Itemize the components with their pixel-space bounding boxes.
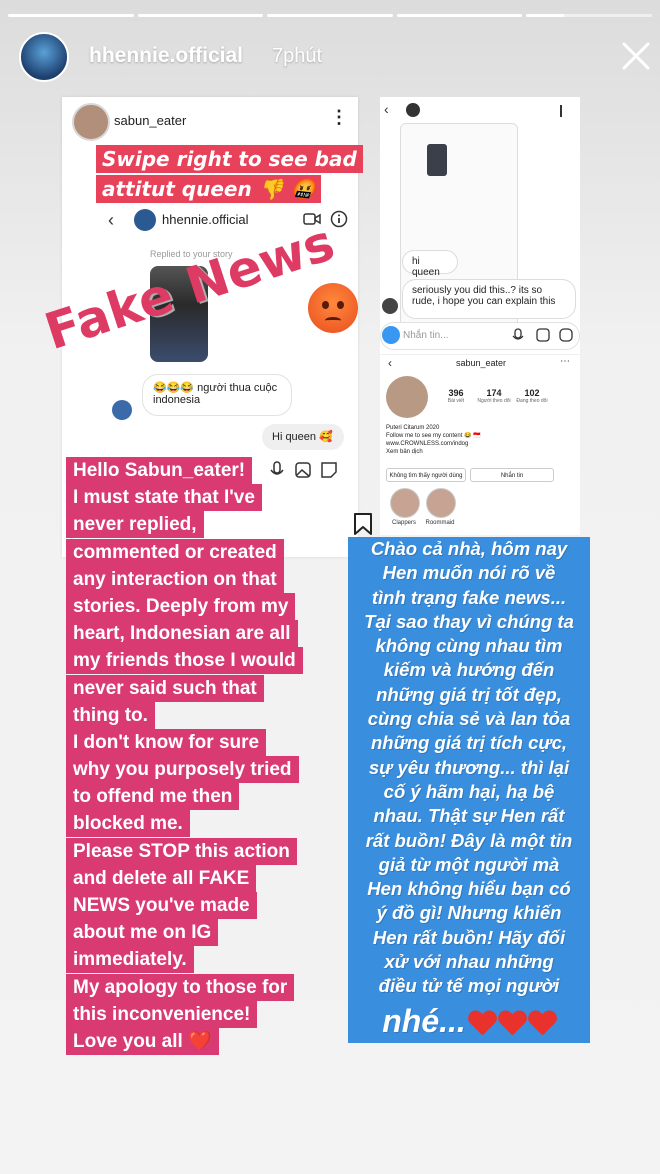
avatar [72,103,110,141]
avatar [112,400,132,420]
statement-line: những giá trị tích cực, [348,731,590,756]
statement-line: Hello Sabun_eater! [66,457,253,484]
progress-segment [8,14,134,17]
statement-line: NEWS you've made [66,892,257,919]
statement-line: about me on IG [66,919,219,947]
close-icon[interactable] [618,38,654,74]
statement-line: my friends those I would [66,647,303,675]
screenshot-username: sabun_eater [114,113,187,128]
statement-line: những giá trị tốt đẹp, [348,682,590,708]
statement-line: stories. Deeply from my [66,592,296,620]
statement-line: My apology to those for [66,973,295,1001]
statement-line: never replied, [66,511,204,539]
statement-line: immediately. [66,946,194,974]
sticker-icon[interactable] [559,328,573,342]
statement-line: cố ý hãm hại, hạ bệ [348,779,590,805]
story-view[interactable]: hhennie.official 7phút sabun_eater ⋮ Swi… [0,0,660,1174]
profile-username: sabun_eater [456,358,507,368]
profile-bio: Puteri Citarum 2020 Follow me to see my … [386,425,481,455]
back-icon: ‹ [388,356,392,370]
more-icon: ⋮ [330,107,348,127]
more-icon: ⋯ [560,356,570,367]
story-timestamp: 7phút [272,45,323,67]
story-progress-bar [8,14,652,17]
camera-icon[interactable] [382,326,400,344]
statement-line: điều tử tế mọi người [348,974,590,999]
avatar [134,209,156,231]
message-bubble: seriously you did this..? its so rude, i… [402,279,576,319]
statement-line: I must state that I've [66,484,262,512]
progress-segment [267,14,393,17]
banner-line-2: attitut queen 👎 🤬 [96,175,322,203]
no-user-button: Không tìm thấy người dùng [386,468,466,482]
info-icon [330,210,348,228]
reply-message-bubble: 😂😂😂 người thua cuộc indonesia [142,374,292,416]
followers-stat: 174 Người theo dõi [477,388,511,404]
statement-line: never said such that [66,674,264,702]
statement-line: Love you all ❤️ [66,1027,219,1055]
statement-line: nhau. Thật sự Hen rất [348,804,590,829]
image-icon[interactable] [536,328,550,342]
flag-icon [560,105,572,117]
statement-line: commented or created [66,538,284,566]
back-icon: ‹ [108,210,114,230]
highlight-label: Roommaid [425,520,455,526]
banner-line-1: Swipe right to see bad [96,145,363,173]
statement-line: and delete all FAKE [66,864,257,892]
statement-line: blocked me. [66,810,190,838]
progress-segment [526,14,652,17]
back-icon: ‹ [384,101,389,117]
progress-segment [396,14,523,17]
statement-line: Chào cả nhà, hôm nay [348,537,590,562]
avatar [406,103,420,117]
statement-line: ý đồ gì! Nhưng khiến [348,901,590,926]
statement-line: rất buồn! Đây là một tin [348,828,590,853]
statement-line: cùng chia sẻ và lan tỏa [348,707,590,732]
statement-line: sự yêu thương... thì lại [348,755,590,780]
microphone-icon[interactable] [512,328,524,344]
vietnamese-statement: Chào cả nhà, hôm nay Hen muốn nói rõ về … [348,537,590,1043]
statement-line: không cùng nhau tìm [348,634,590,659]
sent-message-bubble: Hi queen 🥰 [262,424,344,450]
highlight-label: Clappers [391,520,416,526]
statement-line: I don't know for sure [66,728,267,756]
dm-username: hhennie.official [162,212,249,227]
avatar [386,376,428,418]
story-username[interactable]: hhennie.official [89,44,243,68]
progress-segment [137,14,264,17]
highlight-avatar [390,488,420,518]
statement-line: Hen muốn nói rõ về [348,561,590,586]
message-button: Nhắn tin [470,468,554,482]
message-bubble: hi queen [402,250,458,278]
statement-line: Please STOP this action [66,837,297,865]
statement-line: thing to. [66,701,155,729]
statement-line: xử với nhau những [348,950,590,975]
heart-icon [528,1009,556,1037]
closing-text: nhé... [382,1002,466,1039]
statement-line: tình trạng fake news... [348,585,590,610]
avatar[interactable] [19,32,69,82]
statement-line: Tại sao thay vì chúng ta [348,609,590,635]
dm-header: ‹ hhennie.official [100,208,400,234]
statement-line: any interaction on that [66,565,284,593]
statement-line: giả từ một người mà [348,852,590,878]
statement-line: Hen rất buồn! Hãy đối [348,925,590,951]
angry-face-icon [308,283,358,333]
highlight-avatar [426,488,456,518]
statement-line: heart, Indonesian are all [66,620,298,648]
following-stat: 102 Đang theo dõi [516,388,548,404]
statement-closing: nhé... [348,998,590,1043]
statement-line: this inconvenience! [66,1000,258,1028]
posts-stat: 396 Bài viết [447,388,465,404]
statement-line: to offend me then [66,783,240,811]
avatar [382,298,398,314]
statement-line: why you purposely tried [66,756,299,784]
statement-line: Hen không hiểu bạn có [348,877,590,902]
english-statement: Hello Sabun_eater! I must state that I'v… [66,457,356,1055]
message-placeholder: Nhắn tin... [403,330,449,341]
heart-icon [498,1009,526,1037]
statement-line: kiếm và hướng đến [348,658,590,683]
heart-icon [468,1009,496,1037]
